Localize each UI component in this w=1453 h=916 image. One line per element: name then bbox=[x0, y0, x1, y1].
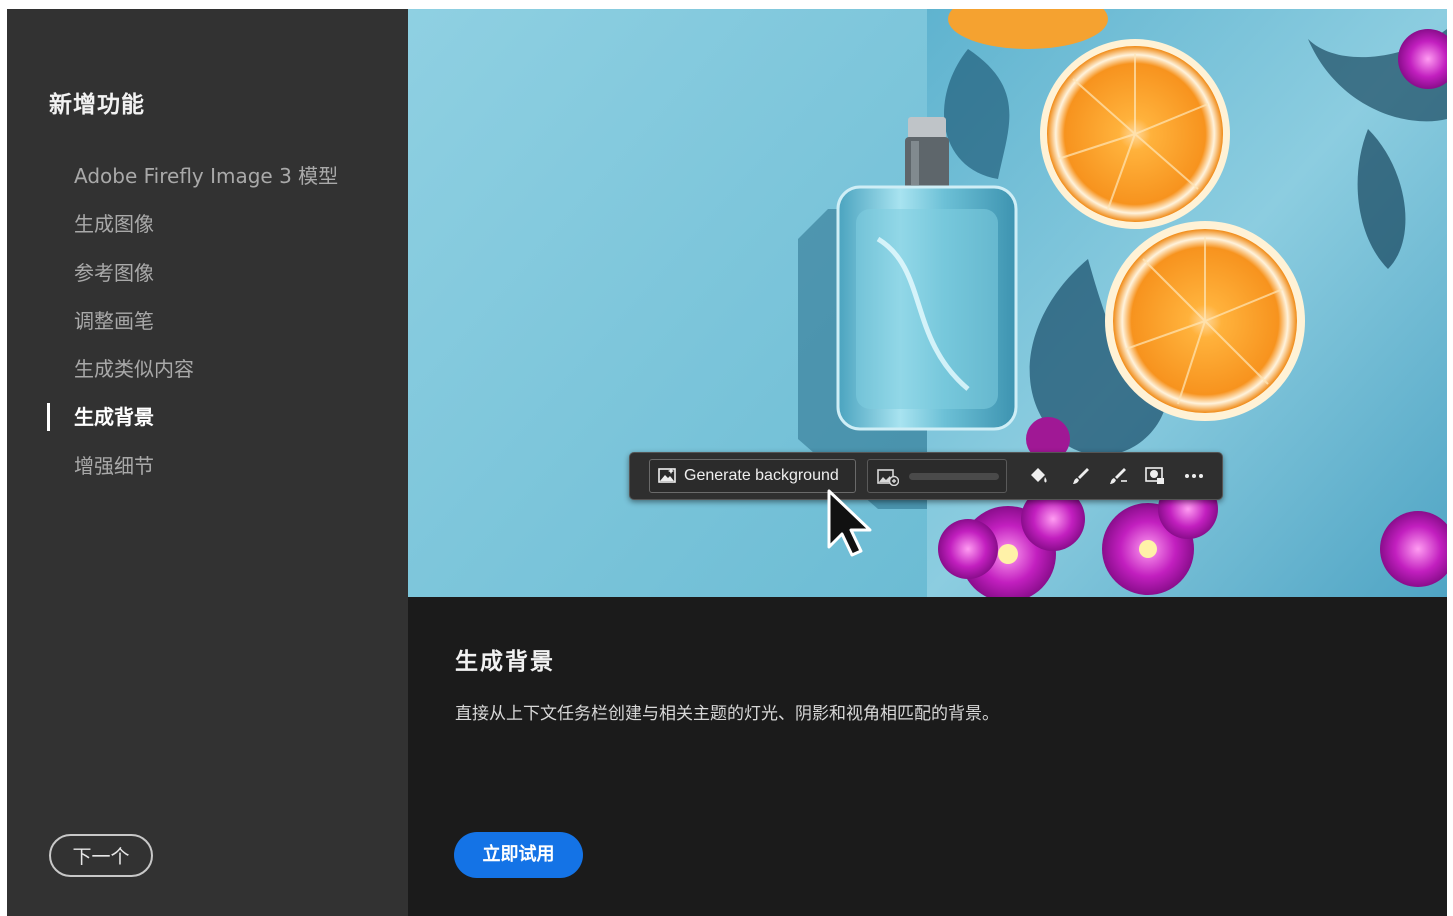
try-now-button[interactable]: 立即试用 bbox=[454, 832, 583, 878]
brush-edit-icon[interactable] bbox=[1107, 465, 1129, 487]
nav-item-reference-image[interactable]: 参考图像 bbox=[7, 253, 408, 301]
nav-item-label: 增强细节 bbox=[74, 453, 154, 478]
generate-background-button[interactable]: Generate background bbox=[649, 459, 856, 493]
contextual-task-bar: Generate background bbox=[629, 452, 1223, 500]
next-button[interactable]: 下一个 bbox=[49, 834, 153, 877]
preview-illustration bbox=[408, 9, 1447, 597]
generate-background-icon bbox=[658, 468, 676, 483]
variations-icon bbox=[877, 469, 899, 486]
feature-title: 生成背景 bbox=[455, 649, 555, 675]
feature-preview-image: Generate background bbox=[408, 9, 1447, 597]
brush-icon[interactable] bbox=[1070, 465, 1092, 487]
more-icon[interactable] bbox=[1183, 465, 1205, 487]
nav-item-generate-image[interactable]: 生成图像 bbox=[7, 204, 408, 252]
nav-item-adjustment-brush[interactable]: 调整画笔 bbox=[7, 301, 408, 349]
sidebar-title: 新增功能 bbox=[49, 92, 145, 118]
nav-item-label: Adobe Firefly Image 3 模型 bbox=[74, 164, 339, 188]
nav-item-label: 生成图像 bbox=[74, 212, 154, 237]
feature-description: 直接从上下文任务栏创建与相关主题的灯光、阴影和视角相匹配的背景。 bbox=[455, 704, 999, 724]
nav-item-label: 生成背景 bbox=[74, 405, 154, 430]
fill-bucket-icon[interactable] bbox=[1027, 465, 1049, 487]
generate-background-label: Generate background bbox=[684, 467, 839, 484]
variations-control[interactable] bbox=[867, 459, 1007, 493]
nav-item-label: 生成类似内容 bbox=[74, 357, 194, 382]
mouse-cursor-icon bbox=[827, 489, 872, 557]
whats-new-dialog: 新增功能 Adobe Firefly Image 3 模型 生成图像 参考图像 … bbox=[7, 9, 1447, 916]
nav-item-enhance-detail[interactable]: 增强细节 bbox=[7, 446, 408, 494]
active-indicator bbox=[47, 403, 50, 432]
nav-item-label: 参考图像 bbox=[74, 260, 154, 285]
variations-slider[interactable] bbox=[909, 473, 999, 480]
nav-item-label: 调整画笔 bbox=[74, 308, 154, 333]
nav-item-generate-background[interactable]: 生成背景 bbox=[7, 397, 408, 445]
feature-nav: Adobe Firefly Image 3 模型 生成图像 参考图像 调整画笔 … bbox=[7, 156, 408, 494]
mask-icon[interactable] bbox=[1144, 465, 1166, 487]
nav-item-firefly-image-3[interactable]: Adobe Firefly Image 3 模型 bbox=[7, 156, 408, 204]
sidebar: 新增功能 Adobe Firefly Image 3 模型 生成图像 参考图像 … bbox=[7, 9, 408, 916]
nav-item-generate-similar[interactable]: 生成类似内容 bbox=[7, 349, 408, 397]
